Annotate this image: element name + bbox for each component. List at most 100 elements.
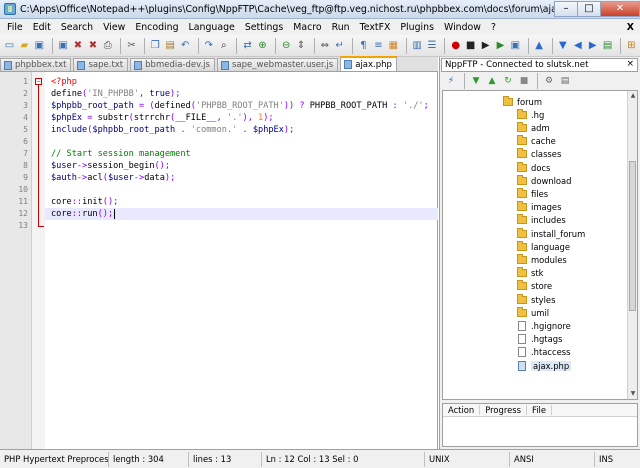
copy-icon[interactable]: ❐ (149, 38, 162, 54)
scroll-thumb[interactable] (629, 161, 636, 311)
run-macro-icon[interactable]: ▶ (494, 38, 507, 54)
code-line[interactable]: define('IN_PHPBB', true); (51, 88, 180, 100)
tree-item-umil[interactable]: umil (517, 306, 549, 319)
menu-view[interactable]: View (98, 22, 130, 33)
code-line[interactable]: $phpEx = substr(strrchr(__FILE__, '.'), … (51, 112, 274, 124)
menu-file[interactable]: File (2, 22, 28, 33)
menu-help[interactable]: ? (486, 22, 501, 33)
user-lang-icon[interactable]: ▦ (387, 38, 400, 54)
code-line[interactable]: $phpbb_root_path = (defined('PHPBB_ROOT_… (51, 100, 429, 112)
new-file-icon[interactable]: ▭ (3, 38, 16, 54)
save-all-icon[interactable]: ▣ (57, 38, 70, 54)
tree-item-hgignore[interactable]: .hgignore (517, 319, 571, 332)
code-line[interactable]: core::run(); (51, 208, 116, 220)
close-icon[interactable]: ✖ (72, 38, 85, 54)
close-document-button[interactable]: X (622, 22, 640, 33)
tab-sape-webmaster-user-js[interactable]: sape_webmaster.user.js (216, 58, 339, 71)
down-icon[interactable]: ▼ (556, 38, 569, 54)
menu-search[interactable]: Search (56, 22, 98, 33)
close-window-button[interactable]: ✕ (600, 0, 640, 17)
queue-col-action[interactable]: Action (443, 405, 481, 415)
tree-item-classes[interactable]: classes (517, 148, 561, 161)
tree-item-stk[interactable]: stk (517, 267, 544, 280)
function-list-icon[interactable]: ☰ (426, 38, 439, 54)
connect-icon[interactable]: ⚡ (444, 74, 458, 88)
zoom-out-icon[interactable]: ⊖ (280, 38, 293, 54)
tree-item-styles[interactable]: styles (517, 293, 555, 306)
all-chars-icon[interactable]: ¶ (357, 38, 370, 54)
tree-item-hg[interactable]: .hg (517, 108, 544, 121)
doc-map-icon[interactable]: ▥ (411, 38, 424, 54)
ftp-icon[interactable]: ⊞ (625, 38, 638, 54)
print-icon[interactable]: ⎙ (101, 38, 114, 54)
code-line[interactable]: $user->session_begin(); (51, 160, 170, 172)
settings-gear-icon[interactable]: ⚙ (542, 74, 556, 88)
undo-icon[interactable]: ↶ (179, 38, 192, 54)
word-wrap-icon[interactable]: ↵ (333, 38, 346, 54)
save-icon[interactable]: ▣ (33, 38, 46, 54)
menu-language[interactable]: Language (184, 22, 240, 33)
tree-item-forum[interactable]: forum (503, 95, 542, 108)
message-window-icon[interactable]: ▤ (558, 74, 572, 88)
refresh-icon[interactable]: ↻ (501, 74, 515, 88)
tree-item-images[interactable]: images (517, 201, 561, 214)
cut-icon[interactable]: ✂ (125, 38, 138, 54)
play-macro-icon[interactable]: ▶ (479, 38, 492, 54)
code-line[interactable]: include($phpbb_root_path . 'common.' . $… (51, 124, 294, 136)
fold-collapse-icon[interactable]: − (35, 78, 42, 85)
zoom-in-icon[interactable]: ⊕ (256, 38, 269, 54)
tree-icon[interactable]: ▤ (601, 38, 614, 54)
paste-icon[interactable]: ▤ (164, 38, 177, 54)
menu-macro[interactable]: Macro (288, 22, 326, 33)
tree-item-hgtags[interactable]: .hgtags (517, 333, 562, 346)
tree-item-store[interactable]: store (517, 280, 552, 293)
sync-vertical-icon[interactable]: ⇕ (295, 38, 308, 54)
open-file-icon[interactable]: ▰ (18, 38, 31, 54)
queue-col-file[interactable]: File (527, 405, 552, 415)
menu-textfx[interactable]: TextFX (355, 22, 396, 33)
right-icon[interactable]: ▶ (586, 38, 599, 54)
sync-horizontal-icon[interactable]: ⇔ (318, 38, 331, 54)
replace-icon[interactable]: ⇄ (241, 38, 254, 54)
tree-item-adm[interactable]: adm (517, 121, 550, 134)
tree-scrollbar[interactable]: ▲ ▼ (627, 91, 637, 399)
code-line[interactable]: $auth->acl($user->data); (51, 172, 175, 184)
redo-icon[interactable]: ↷ (202, 38, 215, 54)
tree-item-language[interactable]: language (517, 240, 570, 253)
code-line[interactable]: // Start session management (51, 148, 191, 160)
find-icon[interactable]: ⌕ (217, 38, 230, 54)
menu-run[interactable]: Run (327, 22, 355, 33)
menu-edit[interactable]: Edit (28, 22, 56, 33)
code-line[interactable]: core::init(); (51, 196, 118, 208)
indent-guide-icon[interactable]: ≡ (372, 38, 385, 54)
scroll-down-icon[interactable]: ▼ (628, 389, 637, 399)
record-macro-icon[interactable]: ● (449, 38, 462, 54)
tab-sape-txt[interactable]: sape.txt (73, 58, 129, 71)
tab-ajax-php[interactable]: ajax.php (340, 56, 397, 71)
menu-window[interactable]: Window (439, 22, 486, 33)
tree-item-modules[interactable]: modules (517, 253, 567, 266)
code-line[interactable]: <?php (51, 76, 77, 88)
save-macro-icon[interactable]: ▣ (509, 38, 522, 54)
menu-plugins[interactable]: Plugins (395, 22, 439, 33)
menu-settings[interactable]: Settings (240, 22, 288, 33)
menu-encoding[interactable]: Encoding (130, 22, 183, 33)
tree-item-includes[interactable]: includes (517, 214, 566, 227)
tree-item-cache[interactable]: cache (517, 135, 556, 148)
up-icon[interactable]: ▲ (533, 38, 546, 54)
maximize-button[interactable]: □ (577, 0, 601, 17)
tree-item-htaccess[interactable]: .htaccess (517, 346, 570, 359)
tab-bbmedia-dev-js[interactable]: bbmedia-dev.js (130, 58, 215, 71)
close-all-icon[interactable]: ✖ (86, 38, 99, 54)
tree-item-files[interactable]: files (517, 187, 548, 200)
tree-item-ajax-php[interactable]: ajax.php (517, 359, 572, 372)
scroll-up-icon[interactable]: ▲ (628, 91, 637, 101)
download-icon[interactable]: ▼ (469, 74, 483, 88)
tree-item-install-forum[interactable]: install_forum (517, 227, 585, 240)
left-icon[interactable]: ◀ (571, 38, 584, 54)
upload-icon[interactable]: ▲ (485, 74, 499, 88)
queue-col-progress[interactable]: Progress (480, 405, 527, 415)
ftp-panel-close-icon[interactable]: × (626, 59, 634, 69)
minimize-button[interactable]: – (554, 0, 578, 17)
ftp-file-tree[interactable]: ▲ ▼ forum .hg adm cache classes docs download f… (442, 90, 638, 400)
